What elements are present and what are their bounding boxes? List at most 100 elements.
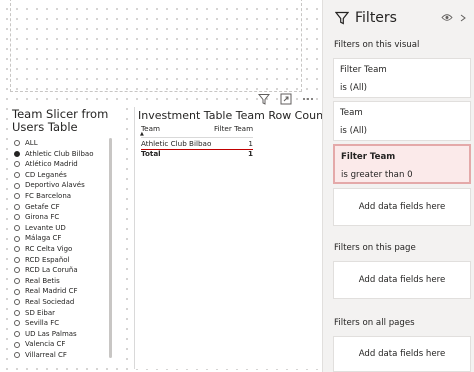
filter-funnel-icon <box>335 11 349 25</box>
slicer-item-label: RCD Español <box>25 255 70 264</box>
collapse-chevron-icon[interactable] <box>459 14 467 22</box>
radio-checked-icon[interactable] <box>14 150 20 157</box>
slicer-scrollbar[interactable] <box>109 138 112 358</box>
slicer-item[interactable]: Athletic Club Bilbao <box>14 149 110 160</box>
radio-icon[interactable] <box>14 161 20 168</box>
add-data-fields-page[interactable]: Add data fields here <box>333 261 471 299</box>
report-canvas: Team Slicer from Users Table ALL Athletic… <box>0 0 327 372</box>
more-options-icon[interactable] <box>302 93 314 105</box>
radio-icon[interactable] <box>14 267 20 274</box>
radio-icon[interactable] <box>14 193 20 200</box>
team-slicer[interactable]: Team Slicer from Users Table ALL Athletic… <box>8 108 118 368</box>
add-data-fields-all-pages[interactable]: Add data fields here <box>333 336 471 372</box>
filter-card-summary: is greater than 0 <box>341 170 413 180</box>
filter-card-title: Filter Team <box>341 152 396 162</box>
slicer-item-label: Villarreal CF <box>25 350 67 359</box>
radio-icon[interactable] <box>14 352 20 359</box>
slicer-list: ALL Athletic Club Bilbao Atlético Madrid CD… <box>14 138 110 360</box>
slicer-item-label: FC Barcelona <box>25 191 72 200</box>
slicer-item[interactable]: Levante UD <box>14 223 110 234</box>
radio-icon[interactable] <box>14 214 20 221</box>
slicer-item[interactable]: CD Leganés <box>14 170 110 181</box>
slicer-item[interactable]: FC Barcelona <box>14 191 110 202</box>
filters-pane-title: Filters <box>355 10 397 26</box>
filter-card-title: Filter Team <box>340 65 387 75</box>
radio-icon[interactable] <box>14 320 20 327</box>
slicer-item-label: Sevilla FC <box>25 319 60 328</box>
slicer-title: Team Slicer from Users Table <box>12 107 109 134</box>
radio-icon[interactable] <box>14 278 20 285</box>
visual-placeholder-top <box>10 0 302 92</box>
radio-icon[interactable] <box>14 299 20 306</box>
slicer-item[interactable]: RCD Español <box>14 255 110 266</box>
slicer-item-label: Atlético Madrid <box>25 160 78 169</box>
radio-icon[interactable] <box>14 256 20 263</box>
slicer-item-label: SD Eibar <box>25 308 56 317</box>
filter-card-filter-team[interactable]: Filter Team is (All) <box>333 58 471 98</box>
filter-card-title: Team <box>340 108 363 118</box>
slicer-item[interactable]: Getafe CF <box>14 202 110 213</box>
slicer-item-label: Girona FC <box>25 213 60 222</box>
radio-icon[interactable] <box>14 341 20 348</box>
slicer-item-label: CD Leganés <box>25 170 67 179</box>
column-header-filter-team[interactable]: Filter Team <box>214 124 253 133</box>
slicer-item[interactable]: Valencia CF <box>14 339 110 350</box>
add-data-fields-visual[interactable]: Add data fields here <box>333 188 471 226</box>
radio-icon[interactable] <box>14 225 20 232</box>
slicer-item[interactable]: ALL <box>14 138 110 149</box>
radio-icon[interactable] <box>14 246 20 253</box>
section-filters-on-visual: Filters on this visual <box>334 40 420 50</box>
slicer-item-label: Real Madrid CF <box>25 287 78 296</box>
total-label: Total <box>141 149 161 158</box>
slicer-item-label: Real Betis <box>25 276 60 285</box>
radio-icon[interactable] <box>14 235 20 242</box>
cell-team: Athletic Club Bilbao <box>141 139 212 148</box>
slicer-item-label: Levante UD <box>25 223 66 232</box>
slicer-item[interactable]: Málaga CF <box>14 233 110 244</box>
slicer-item-label: ALL <box>25 139 38 147</box>
slicer-item-label: Athletic Club Bilbao <box>25 149 94 158</box>
filter-card-team[interactable]: Team is (All) <box>333 101 471 141</box>
slicer-item-label: RCD La Coruña <box>25 266 78 275</box>
slicer-item[interactable]: Girona FC <box>14 212 110 223</box>
eye-icon[interactable] <box>441 13 453 22</box>
radio-icon[interactable] <box>14 172 20 179</box>
total-value: 1 <box>247 149 253 158</box>
filter-card-filter-team-greater-than[interactable]: Filter Team is greater than 0 <box>333 144 471 184</box>
filter-card-summary: is (All) <box>340 126 367 136</box>
filter-icon[interactable] <box>258 93 270 105</box>
slicer-item[interactable]: Atlético Madrid <box>14 159 110 170</box>
slicer-item[interactable]: UD Las Palmas <box>14 329 110 340</box>
section-filters-on-page: Filters on this page <box>334 243 416 253</box>
slicer-item[interactable]: RC Celta Vigo <box>14 244 110 255</box>
slicer-item-label: Real Sociedad <box>25 297 75 306</box>
section-filters-on-all-pages: Filters on all pages <box>334 318 415 328</box>
slicer-item-label: UD Las Palmas <box>25 329 77 338</box>
slicer-item[interactable]: Sevilla FC <box>14 318 110 329</box>
focus-mode-icon[interactable] <box>280 93 292 105</box>
slicer-item[interactable]: SD Eibar <box>14 308 110 319</box>
investment-table[interactable]: Investment Table Team Row Count Team Fil… <box>134 107 327 369</box>
slicer-item[interactable]: RCD La Coruña <box>14 265 110 276</box>
slicer-item[interactable]: Real Betis <box>14 276 110 287</box>
filters-pane: Filters Filters on this visual Filter Te… <box>322 0 474 372</box>
radio-icon[interactable] <box>14 182 20 189</box>
radio-icon[interactable] <box>14 203 20 210</box>
visual-header-toolbar <box>258 92 314 106</box>
radio-icon[interactable] <box>14 309 20 316</box>
radio-icon[interactable] <box>14 140 20 147</box>
table-title: Investment Table Team Row Count <box>138 109 328 122</box>
table-total-row: Total 1 <box>141 149 253 159</box>
radio-icon[interactable] <box>14 288 20 295</box>
slicer-item-label: Deportivo Alavés <box>25 181 85 190</box>
slicer-item-label: RC Celta Vigo <box>25 244 73 253</box>
cell-value: 1 <box>248 139 253 148</box>
slicer-item[interactable]: Real Madrid CF <box>14 286 110 297</box>
slicer-item[interactable]: Real Sociedad <box>14 297 110 308</box>
slicer-item[interactable]: Villarreal CF <box>14 350 110 361</box>
radio-icon[interactable] <box>14 330 20 337</box>
slicer-item-label: Getafe CF <box>25 202 60 211</box>
filters-header: Filters <box>335 10 397 26</box>
slicer-item[interactable]: Deportivo Alavés <box>14 180 110 191</box>
slicer-item-label: Valencia CF <box>25 340 66 349</box>
